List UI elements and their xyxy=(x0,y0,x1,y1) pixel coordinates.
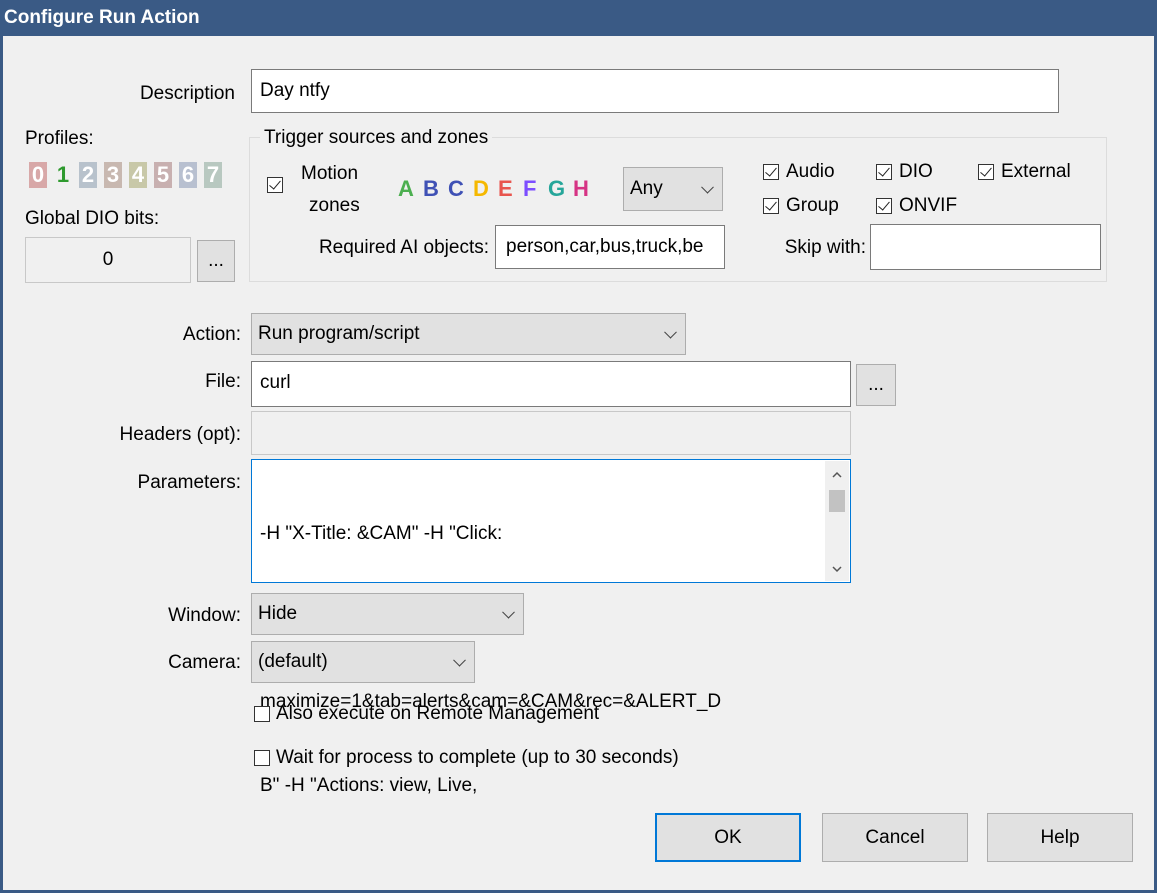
action-value: Run program/script xyxy=(258,323,420,344)
audio-label: Audio xyxy=(786,161,835,183)
external-checkbox[interactable] xyxy=(978,164,994,180)
trigger-group-title: Trigger sources and zones xyxy=(260,127,492,149)
profile-1[interactable]: 1 xyxy=(54,162,72,188)
camera-select[interactable]: (default) xyxy=(251,641,475,683)
onvif-label: ONVIF xyxy=(899,195,957,217)
chevron-down-icon xyxy=(701,181,714,194)
parameters-line-1: -H "X-Title: &CAM" -H "Click: xyxy=(260,520,820,548)
zone-e[interactable]: E xyxy=(498,176,513,202)
profile-6[interactable]: 6 xyxy=(179,162,197,188)
profile-4[interactable]: 4 xyxy=(129,162,147,188)
description-input[interactable]: Day ntfy xyxy=(251,69,1059,113)
group-label: Group xyxy=(786,195,839,217)
ai-objects-label: Required AI objects: xyxy=(273,237,489,259)
window-label: Window: xyxy=(103,605,241,627)
file-browse-button[interactable]: ... xyxy=(856,364,896,406)
description-label: Description xyxy=(113,83,235,105)
profiles-label: Profiles: xyxy=(25,128,94,150)
zone-b[interactable]: B xyxy=(423,176,439,202)
motion-label-line2: zones xyxy=(309,195,360,217)
ok-button[interactable]: OK xyxy=(655,813,801,862)
motion-label-line1: Motion xyxy=(301,163,358,185)
zone-mode-select[interactable]: Any xyxy=(623,167,723,211)
profile-7[interactable]: 7 xyxy=(204,162,222,188)
title-bar: Configure Run Action xyxy=(0,0,1157,36)
profile-2[interactable]: 2 xyxy=(79,162,97,188)
ai-objects-input[interactable]: person,car,bus,truck,be xyxy=(495,225,725,269)
zone-a[interactable]: A xyxy=(398,176,414,202)
remote-management-checkbox[interactable] xyxy=(254,706,270,722)
action-label: Action: xyxy=(103,324,241,346)
parameters-textarea[interactable]: -H "X-Title: &CAM" -H "Click: https://BL… xyxy=(251,459,851,583)
dialog-window: Configure Run Action Description Day ntf… xyxy=(0,0,1157,893)
zone-c[interactable]: C xyxy=(448,176,464,202)
action-select[interactable]: Run program/script xyxy=(251,313,686,355)
skip-with-label: Skip with: xyxy=(753,237,866,259)
group-checkbox[interactable] xyxy=(763,198,779,214)
camera-value: (default) xyxy=(258,651,328,672)
window-select[interactable]: Hide xyxy=(251,593,524,635)
global-dio-label: Global DIO bits: xyxy=(25,208,159,230)
cancel-button[interactable]: Cancel xyxy=(822,813,968,862)
skip-with-input[interactable] xyxy=(870,224,1101,270)
audio-checkbox[interactable] xyxy=(763,164,779,180)
global-dio-browse-button[interactable]: ... xyxy=(197,240,235,282)
zone-d[interactable]: D xyxy=(473,176,489,202)
wait-process-checkbox[interactable] xyxy=(254,750,270,766)
chevron-down-icon xyxy=(453,654,466,667)
headers-label: Headers (opt): xyxy=(63,424,241,446)
file-label: File: xyxy=(103,371,241,393)
parameters-label: Parameters: xyxy=(63,472,241,494)
profiles-selector[interactable]: 0 1 2 3 4 5 6 7 xyxy=(29,162,229,188)
profile-0[interactable]: 0 xyxy=(29,162,47,188)
onvif-checkbox[interactable] xyxy=(876,198,892,214)
zone-f[interactable]: F xyxy=(523,176,536,202)
global-dio-value: 0 xyxy=(25,237,191,283)
file-input[interactable]: curl xyxy=(251,361,851,407)
wait-process-label: Wait for process to complete (up to 30 s… xyxy=(276,747,679,769)
chevron-down-icon xyxy=(502,606,515,619)
dio-label: DIO xyxy=(899,161,933,183)
chevron-down-icon xyxy=(664,326,677,339)
zone-g[interactable]: G xyxy=(548,176,565,202)
parameters-line-4: B" -H "Actions: view, Live, xyxy=(260,772,820,800)
dio-checkbox[interactable] xyxy=(876,164,892,180)
zone-h[interactable]: H xyxy=(573,176,589,202)
parameters-scrollbar[interactable] xyxy=(825,461,849,581)
external-label: External xyxy=(1001,161,1071,183)
camera-label: Camera: xyxy=(103,652,241,674)
scrollbar-graphics xyxy=(825,461,849,583)
remote-management-label: Also execute on Remote Management xyxy=(276,703,599,725)
profile-5[interactable]: 5 xyxy=(154,162,172,188)
headers-input[interactable] xyxy=(251,411,851,455)
motion-zones-checkbox[interactable] xyxy=(267,177,283,193)
zone-mode-value: Any xyxy=(630,178,663,199)
window-value: Hide xyxy=(258,603,297,624)
dialog-client: Description Day ntfy Profiles: 0 1 2 3 4… xyxy=(3,36,1154,890)
help-button[interactable]: Help xyxy=(987,813,1133,862)
zone-selector[interactable]: ABCDEFGH xyxy=(398,176,608,202)
profile-3[interactable]: 3 xyxy=(104,162,122,188)
